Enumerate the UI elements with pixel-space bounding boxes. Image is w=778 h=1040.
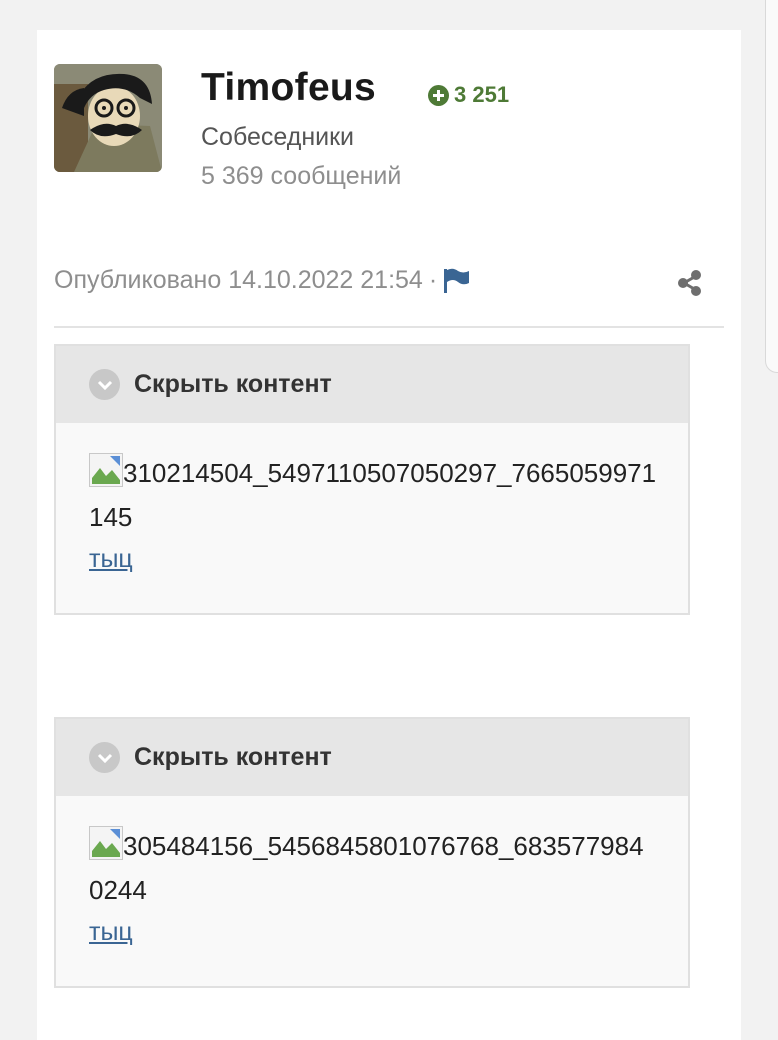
spoiler-block: Скрыть контент 305484156_545684580107676… bbox=[54, 717, 690, 988]
reputation-plus-icon bbox=[428, 84, 449, 106]
broken-image[interactable]: 310214504_5497110507050297_7665059971145 bbox=[89, 451, 658, 539]
spoiler-link[interactable]: тыц bbox=[89, 918, 133, 947]
spoiler-title: Скрыть контент bbox=[134, 370, 332, 398]
forum-post: Timofeus 3 251 Собеседники 5 369 сообщен… bbox=[37, 30, 741, 1040]
author-group: Собеседники bbox=[201, 123, 355, 151]
reputation-badge: 3 251 bbox=[428, 82, 509, 108]
divider bbox=[54, 326, 724, 328]
chevron-down-icon bbox=[89, 742, 120, 773]
post-date[interactable]: Опубликовано 14.10.2022 21:54 bbox=[54, 266, 423, 295]
share-icon[interactable] bbox=[677, 270, 703, 296]
spoiler-content: 305484156_5456845801076768_6835779840244… bbox=[56, 796, 688, 986]
broken-image-icon bbox=[89, 453, 123, 487]
broken-image[interactable]: 305484156_5456845801076768_6835779840244 bbox=[89, 824, 658, 912]
spoiler-toggle[interactable]: Скрыть контент bbox=[56, 346, 688, 423]
avatar[interactable] bbox=[54, 64, 162, 172]
spoiler-block: Скрыть контент 310214504_549711050705029… bbox=[54, 344, 690, 615]
broken-image-icon bbox=[89, 826, 123, 860]
author-name[interactable]: Timofeus bbox=[201, 66, 376, 110]
meta-separator: · bbox=[428, 266, 438, 294]
chevron-down-icon bbox=[89, 369, 120, 400]
report-flag-icon[interactable] bbox=[443, 268, 471, 294]
post-meta: Опубликовано 14.10.2022 21:54 · bbox=[54, 266, 471, 295]
spoiler-link[interactable]: тыц bbox=[89, 545, 133, 574]
spoiler-title: Скрыть контент bbox=[134, 743, 332, 771]
author-post-count: 5 369 сообщений bbox=[201, 162, 402, 190]
reputation-value: 3 251 bbox=[454, 82, 510, 107]
image-alt-text: 310214504_5497110507050297_7665059971145 bbox=[89, 458, 657, 532]
scrollbar-edge bbox=[765, 0, 778, 373]
spoiler-content: 310214504_5497110507050297_7665059971145… bbox=[56, 423, 688, 613]
spoiler-toggle[interactable]: Скрыть контент bbox=[56, 719, 688, 796]
image-alt-text: 305484156_5456845801076768_6835779840244 bbox=[89, 831, 644, 905]
